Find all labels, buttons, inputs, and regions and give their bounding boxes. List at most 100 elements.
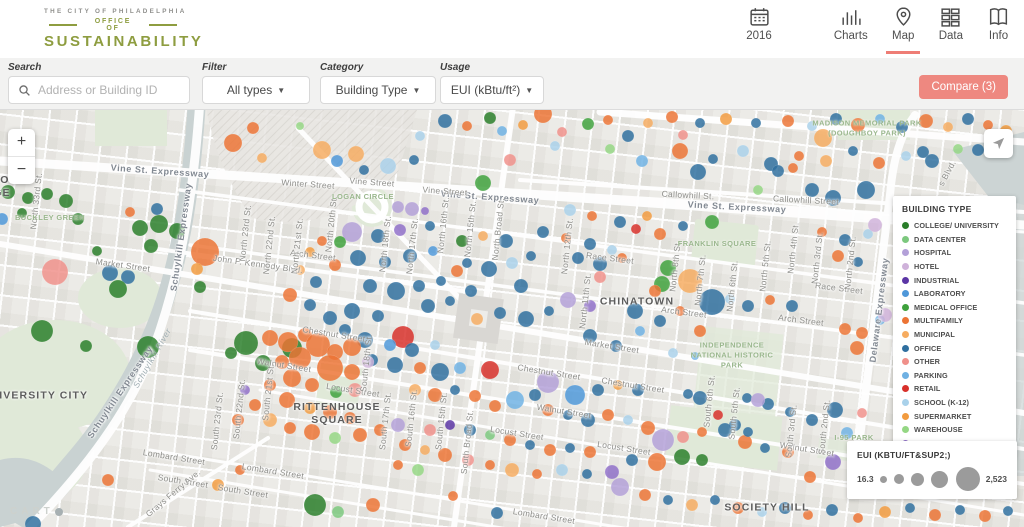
- search-input[interactable]: [38, 83, 178, 97]
- map-bubble[interactable]: [274, 354, 290, 370]
- map-bubble[interactable]: [638, 488, 652, 502]
- map-bubble[interactable]: [328, 431, 342, 445]
- map-bubble[interactable]: [480, 360, 500, 380]
- map-bubble[interactable]: [231, 413, 245, 427]
- nav-item-info[interactable]: Info: [987, 5, 1010, 54]
- map-bubble[interactable]: [370, 228, 386, 244]
- map-bubble[interactable]: [900, 150, 912, 162]
- map-bubble[interactable]: [803, 470, 817, 484]
- map-bubble[interactable]: [496, 125, 508, 137]
- map-bubble[interactable]: [852, 512, 864, 524]
- map-bubble[interactable]: [662, 494, 674, 506]
- map-bubble[interactable]: [961, 112, 975, 126]
- map-bubble[interactable]: [373, 423, 387, 437]
- map-bubble[interactable]: [378, 255, 392, 269]
- map-bubble[interactable]: [831, 249, 845, 263]
- map-bubble[interactable]: [398, 438, 412, 452]
- locate-button[interactable]: [984, 129, 1013, 158]
- map-bubble[interactable]: [621, 129, 635, 143]
- map-bubble[interactable]: [928, 508, 942, 522]
- map-bubble[interactable]: [838, 322, 852, 336]
- map-bubble[interactable]: [719, 112, 733, 126]
- map-bubble[interactable]: [850, 117, 866, 133]
- map-bubble[interactable]: [690, 351, 700, 361]
- map-bubble[interactable]: [752, 184, 764, 196]
- map-bubble[interactable]: [517, 310, 535, 328]
- map-bubble[interactable]: [477, 230, 489, 242]
- map-bubble[interactable]: [802, 509, 814, 521]
- map-bubble[interactable]: [704, 214, 720, 230]
- map-bubble[interactable]: [653, 314, 667, 328]
- map-bubble[interactable]: [223, 133, 243, 153]
- map-bubble[interactable]: [329, 385, 343, 399]
- map-bubble[interactable]: [673, 448, 691, 466]
- map-bubble[interactable]: [233, 330, 259, 356]
- map-bubble[interactable]: [601, 408, 615, 422]
- map-bubble[interactable]: [771, 164, 785, 178]
- map-bubble[interactable]: [309, 275, 323, 289]
- map-bubble[interactable]: [840, 426, 854, 440]
- map-bubble[interactable]: [488, 399, 502, 413]
- map-bubble[interactable]: [504, 462, 520, 478]
- map-bubble[interactable]: [330, 154, 344, 168]
- map-bubble[interactable]: [825, 503, 839, 517]
- map-bubble[interactable]: [622, 414, 634, 426]
- map-bubble[interactable]: [787, 162, 799, 174]
- map-bubble[interactable]: [852, 256, 864, 268]
- map-bubble[interactable]: [234, 464, 246, 476]
- map-bubble[interactable]: [282, 368, 302, 388]
- map-bubble[interactable]: [563, 203, 577, 217]
- map-bubble[interactable]: [978, 509, 992, 523]
- usage-dropdown[interactable]: EUI (kBtu/ft²) ▼: [440, 76, 544, 104]
- category-dropdown[interactable]: Building Type ▼: [320, 76, 436, 104]
- map-bubble[interactable]: [583, 299, 597, 313]
- map-bubble[interactable]: [872, 156, 886, 170]
- map-bubble[interactable]: [707, 153, 719, 165]
- map-bubble[interactable]: [647, 452, 667, 472]
- map-bubble[interactable]: [513, 278, 529, 294]
- map-bubble[interactable]: [805, 413, 819, 427]
- map-bubble[interactable]: [392, 459, 404, 471]
- filter-dropdown[interactable]: All types ▼: [202, 76, 310, 104]
- map-bubble[interactable]: [365, 497, 381, 513]
- map-bubble[interactable]: [41, 258, 69, 286]
- map-bubble[interactable]: [677, 129, 689, 141]
- map-bubble[interactable]: [282, 287, 298, 303]
- map-bubble[interactable]: [602, 114, 614, 126]
- map-bubble[interactable]: [682, 388, 694, 400]
- map-bubble[interactable]: [288, 346, 312, 370]
- nav-item-charts[interactable]: Charts: [834, 5, 868, 54]
- map-bubble[interactable]: [586, 210, 598, 222]
- map-bubble[interactable]: [190, 262, 204, 276]
- map-bubble[interactable]: [583, 445, 597, 459]
- map-bubble[interactable]: [856, 180, 876, 200]
- nav-item-map[interactable]: Map: [886, 5, 921, 54]
- map-bubble[interactable]: [667, 347, 679, 359]
- map-bubble[interactable]: [648, 284, 662, 298]
- map-bubble[interactable]: [493, 306, 507, 320]
- map-bubble[interactable]: [731, 501, 745, 515]
- map-bubble[interactable]: [444, 419, 456, 431]
- map-bubble[interactable]: [816, 226, 828, 238]
- map-bubble[interactable]: [24, 515, 42, 527]
- map-bubble[interactable]: [437, 447, 453, 463]
- map-bubble[interactable]: [168, 222, 186, 240]
- map-bubble[interactable]: [874, 113, 886, 125]
- map-bubble[interactable]: [813, 128, 833, 148]
- map-bubble[interactable]: [609, 339, 623, 353]
- map-bubble[interactable]: [483, 111, 497, 125]
- map-bubble[interactable]: [505, 390, 525, 410]
- map-bubble[interactable]: [895, 120, 909, 134]
- map-bubble[interactable]: [785, 299, 799, 313]
- map-bubble[interactable]: [717, 422, 733, 438]
- map-bubble[interactable]: [641, 210, 653, 222]
- map-bubble[interactable]: [784, 406, 796, 418]
- map-bubble[interactable]: [455, 234, 469, 248]
- map-bubble[interactable]: [676, 430, 690, 444]
- compare-button[interactable]: Compare (3): [919, 75, 1008, 99]
- map-bubble[interactable]: [358, 164, 370, 176]
- map-bubble[interactable]: [612, 379, 624, 391]
- map-bubble[interactable]: [505, 256, 519, 270]
- map-bubble[interactable]: [256, 152, 268, 164]
- map-bubble[interactable]: [806, 120, 818, 132]
